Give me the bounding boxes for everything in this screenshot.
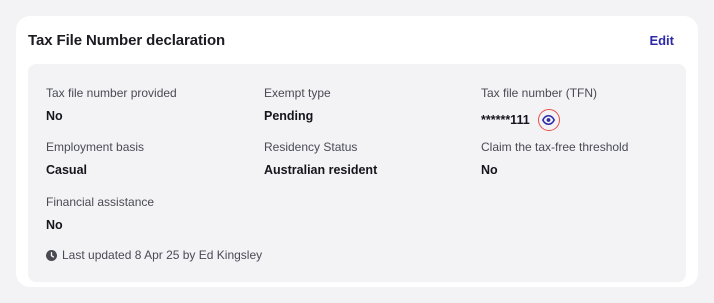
clock-icon bbox=[46, 249, 57, 261]
card-header: Tax File Number declaration Edit bbox=[28, 30, 674, 50]
last-updated-text: Last updated 8 Apr 25 by Ed Kingsley bbox=[62, 248, 263, 262]
field-label: Tax file number (TFN) bbox=[481, 86, 598, 100]
field-value: No bbox=[46, 109, 63, 123]
details-panel: Tax file number provided No Exempt type … bbox=[28, 64, 686, 282]
field-financial-assistance: Financial assistance No bbox=[46, 195, 246, 232]
field-tax-free-threshold: Claim the tax-free threshold No bbox=[481, 140, 681, 177]
field-label: Residency Status bbox=[264, 140, 358, 154]
field-value: No bbox=[481, 163, 498, 177]
field-label: Financial assistance bbox=[46, 195, 155, 209]
field-value: ******111 bbox=[481, 109, 681, 131]
eye-icon bbox=[542, 115, 556, 125]
field-label: Exempt type bbox=[264, 86, 331, 100]
field-label: Employment basis bbox=[46, 140, 145, 154]
field-exempt-type: Exempt type Pending bbox=[264, 86, 464, 123]
field-value: Australian resident bbox=[264, 163, 378, 177]
last-updated-note: Last updated 8 Apr 25 by Ed Kingsley bbox=[46, 248, 262, 262]
field-label: Claim the tax-free threshold bbox=[481, 140, 629, 154]
tfn-masked-value: ******111 bbox=[481, 113, 530, 127]
field-employment-basis: Employment basis Casual bbox=[46, 140, 246, 177]
card-title: Tax File Number declaration bbox=[28, 31, 226, 49]
field-tfn: Tax file number (TFN) ******111 bbox=[481, 86, 681, 131]
field-tfn-provided: Tax file number provided No bbox=[46, 86, 246, 123]
edit-button[interactable]: Edit bbox=[649, 33, 674, 48]
field-value: No bbox=[46, 218, 63, 232]
field-residency-status: Residency Status Australian resident bbox=[264, 140, 464, 177]
field-value: Casual bbox=[46, 163, 87, 177]
field-value: Pending bbox=[264, 109, 314, 123]
page-background: Tax File Number declaration Edit Tax fil… bbox=[0, 0, 714, 303]
field-label: Tax file number provided bbox=[46, 86, 177, 100]
reveal-tfn-button[interactable] bbox=[537, 109, 560, 131]
tfn-declaration-card: Tax File Number declaration Edit Tax fil… bbox=[16, 16, 698, 287]
